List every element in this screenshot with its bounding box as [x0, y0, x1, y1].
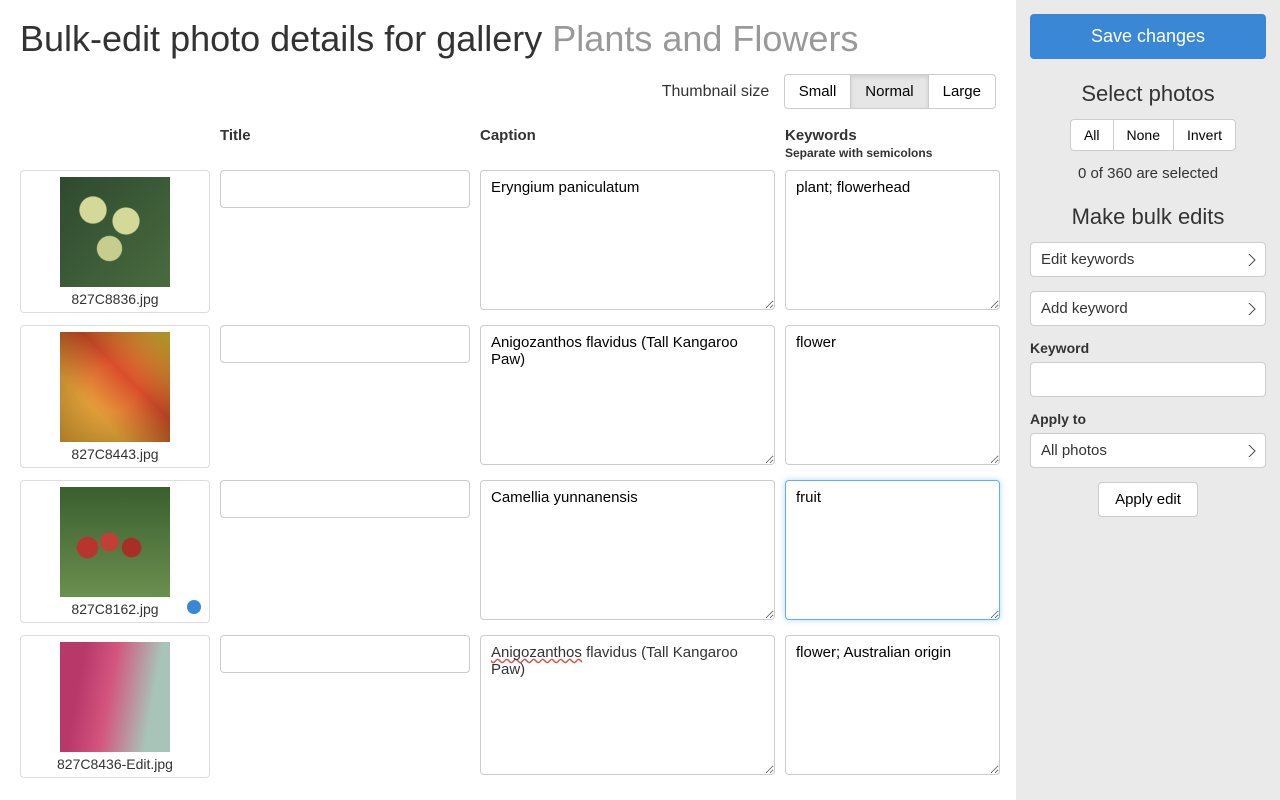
bulk-panel: Make bulk edits Edit keywords Add keywor…: [1030, 204, 1266, 517]
gallery-name: Plants and Flowers: [552, 18, 858, 59]
select-heading: Select photos: [1030, 81, 1266, 107]
keywords-textarea[interactable]: [785, 170, 1000, 310]
photo-filename: 827C8162.jpg: [25, 601, 205, 617]
title-input[interactable]: [220, 170, 470, 208]
col-title: Title: [220, 123, 470, 170]
keyword-input[interactable]: [1030, 362, 1266, 397]
apply-edit-button[interactable]: Apply edit: [1098, 482, 1198, 517]
modified-dot-icon: [187, 600, 201, 614]
col-keywords: Keywords Separate with semicolons: [785, 123, 1000, 170]
title-input[interactable]: [220, 635, 470, 673]
edit-action-select[interactable]: Add keyword: [1030, 291, 1266, 326]
page-title: Bulk-edit photo details for gallery Plan…: [20, 18, 996, 60]
select-buttons: All None Invert: [1070, 119, 1236, 151]
apply-to-label: Apply to: [1030, 411, 1266, 427]
photo-thumbnail[interactable]: [60, 642, 170, 752]
caption-textarea[interactable]: [480, 325, 775, 465]
col-keywords-label: Keywords: [785, 127, 857, 144]
bulk-heading: Make bulk edits: [1030, 204, 1266, 230]
photo-cell[interactable]: 827C8443.jpg: [20, 325, 210, 468]
save-button[interactable]: Save changes: [1030, 14, 1266, 59]
select-none-button[interactable]: None: [1113, 119, 1174, 151]
select-panel: Select photos All None Invert 0 of 360 a…: [1030, 81, 1266, 182]
photo-filename: 827C8443.jpg: [25, 446, 205, 462]
thumbnail-size-group: Small Normal Large: [784, 74, 996, 109]
col-caption: Caption: [480, 123, 775, 170]
photo-thumbnail[interactable]: [60, 177, 170, 287]
keywords-textarea[interactable]: [785, 635, 1000, 775]
edit-type-select[interactable]: Edit keywords: [1030, 242, 1266, 277]
caption-textarea[interactable]: [480, 480, 775, 620]
title-input[interactable]: [220, 325, 470, 363]
select-all-button[interactable]: All: [1070, 119, 1114, 151]
photo-thumbnail[interactable]: [60, 332, 170, 442]
keywords-textarea[interactable]: [785, 325, 1000, 465]
thumb-normal-button[interactable]: Normal: [850, 74, 928, 109]
apply-to-select[interactable]: All photos: [1030, 433, 1266, 468]
caption-textarea[interactable]: [480, 170, 775, 310]
keywords-textarea[interactable]: [785, 480, 1000, 620]
sidebar: Save changes Select photos All None Inve…: [1016, 0, 1280, 800]
title-input[interactable]: [220, 480, 470, 518]
photo-cell[interactable]: 827C8162.jpg: [20, 480, 210, 623]
photo-cell[interactable]: 827C8836.jpg: [20, 170, 210, 313]
selection-status: 0 of 360 are selected: [1030, 165, 1266, 182]
photo-cell[interactable]: 827C8436-Edit.jpg: [20, 635, 210, 778]
col-keywords-sub: Separate with semicolons: [785, 146, 1000, 160]
keyword-label: Keyword: [1030, 340, 1266, 356]
caption-textarea[interactable]: Anigozanthos flavidus (Tall Kangaroo Paw…: [480, 635, 775, 775]
thumbnail-size-label: Thumbnail size: [662, 83, 770, 100]
photo-grid: Title Caption Keywords Separate with sem…: [20, 123, 996, 790]
photo-thumbnail[interactable]: [60, 487, 170, 597]
thumb-small-button[interactable]: Small: [784, 74, 852, 109]
photo-filename: 827C8836.jpg: [25, 291, 205, 307]
photo-filename: 827C8436-Edit.jpg: [25, 756, 205, 772]
thumb-large-button[interactable]: Large: [928, 74, 996, 109]
thumbnail-size-row: Thumbnail size Small Normal Large: [20, 74, 996, 109]
page-title-text: Bulk-edit photo details for gallery: [20, 18, 542, 59]
select-invert-button[interactable]: Invert: [1173, 119, 1236, 151]
